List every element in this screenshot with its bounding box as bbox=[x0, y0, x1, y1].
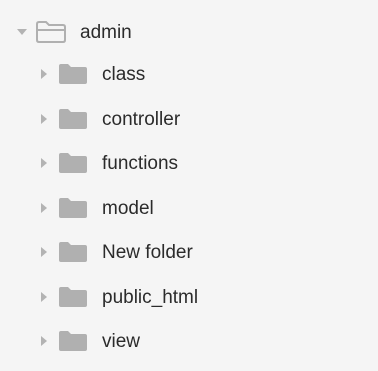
tree-node-model[interactable]: model bbox=[36, 190, 154, 226]
tree-node-admin[interactable]: admin bbox=[14, 14, 132, 50]
tree-node-label: model bbox=[102, 197, 154, 219]
tree-node-public-html[interactable]: public_html bbox=[36, 279, 198, 315]
folder-icon bbox=[58, 63, 88, 85]
tree-node-class[interactable]: class bbox=[36, 56, 145, 92]
caret-down-icon[interactable] bbox=[14, 24, 30, 40]
caret-right-icon[interactable] bbox=[36, 111, 52, 127]
folder-open-icon bbox=[36, 21, 66, 43]
tree-node-controller[interactable]: controller bbox=[36, 101, 180, 137]
folder-icon bbox=[58, 108, 88, 130]
folder-icon bbox=[58, 330, 88, 352]
tree-node-label: class bbox=[102, 63, 146, 85]
tree-node-functions[interactable]: functions bbox=[36, 145, 178, 181]
folder-icon bbox=[58, 286, 88, 308]
tree-node-new-folder[interactable]: New folder bbox=[36, 234, 193, 270]
caret-right-icon[interactable] bbox=[36, 289, 52, 305]
caret-right-icon[interactable] bbox=[36, 333, 52, 349]
folder-icon bbox=[58, 197, 88, 219]
tree-node-label: view bbox=[102, 330, 141, 352]
tree-node-view[interactable]: view bbox=[36, 323, 140, 359]
tree-node-label: public_html bbox=[102, 286, 199, 308]
tree-node-label: New folder bbox=[102, 241, 193, 263]
caret-right-icon[interactable] bbox=[36, 66, 52, 82]
tree-node-label: controller bbox=[102, 108, 181, 130]
file-tree: admin class controller functions model N… bbox=[0, 0, 378, 371]
tree-node-label: admin bbox=[80, 21, 132, 43]
folder-icon bbox=[58, 152, 88, 174]
tree-node-label: functions bbox=[102, 152, 179, 174]
caret-right-icon[interactable] bbox=[36, 244, 52, 260]
caret-right-icon[interactable] bbox=[36, 155, 52, 171]
caret-right-icon[interactable] bbox=[36, 200, 52, 216]
folder-icon bbox=[58, 241, 88, 263]
